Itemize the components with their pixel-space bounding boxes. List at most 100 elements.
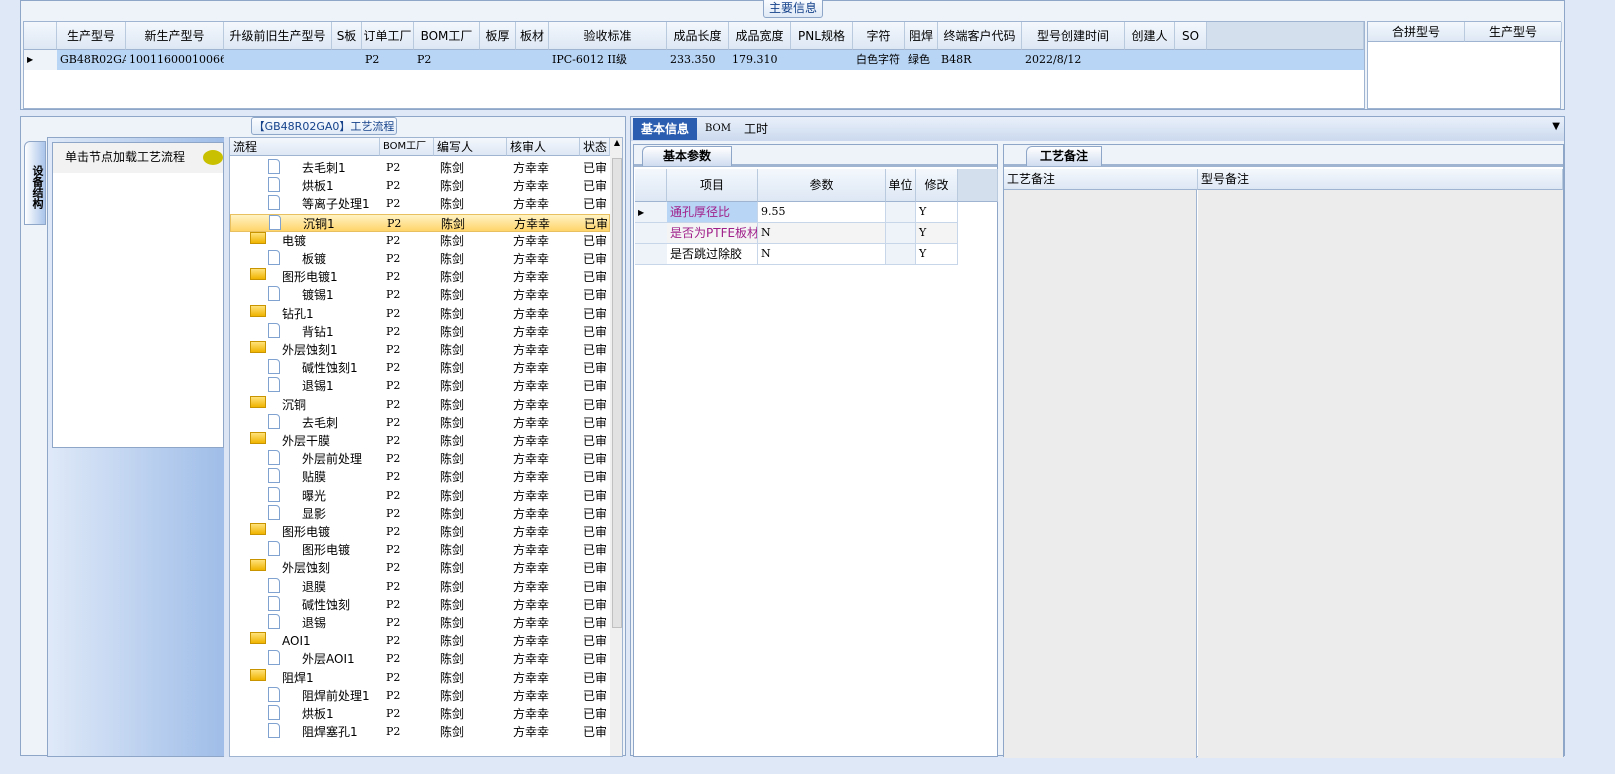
column-header[interactable]: 升级前旧生产型号: [224, 22, 332, 50]
tree-row[interactable]: 阻焊前处理1 P2 陈剑 方幸幸 已审: [230, 686, 610, 705]
nav-item-load-process[interactable]: 单击节点加载工艺流程: [53, 143, 223, 173]
cell[interactable]: [516, 50, 549, 70]
tree-row[interactable]: 碱性蚀刻 P2 陈剑 方幸幸 已审: [230, 595, 610, 614]
tree-scrollbar[interactable]: ▲: [610, 138, 622, 756]
tree-row[interactable]: 贴膜 P2 陈剑 方幸幸 已审: [230, 468, 610, 486]
tree-row[interactable]: 等离子处理1 P2 陈剑 方幸幸 已审: [230, 195, 610, 213]
tree-row[interactable]: 显影 P2 陈剑 方幸幸 已审: [230, 504, 610, 523]
param-cell[interactable]: [886, 202, 916, 223]
tree-row[interactable]: 去毛刺1 P2 陈剑 方幸幸 已审: [230, 159, 610, 177]
tree-column-header[interactable]: 流程: [230, 138, 380, 156]
scroll-up-icon[interactable]: ▲: [610, 138, 622, 147]
param-column-header[interactable]: 单位: [886, 169, 916, 202]
merge-column-header[interactable]: 合拼型号: [1368, 22, 1465, 42]
param-column-header[interactable]: 项目: [667, 169, 758, 202]
tree-row[interactable]: 退膜 P2 陈剑 方幸幸 已审: [230, 577, 610, 596]
tree-row[interactable]: 退锡 P2 陈剑 方幸幸 已审: [230, 614, 610, 632]
column-header[interactable]: 成品长度: [667, 22, 729, 50]
tree-row[interactable]: −外层蚀刻P2陈剑方幸幸已审: [230, 559, 610, 577]
cell[interactable]: [1175, 50, 1207, 70]
column-header[interactable]: 型号创建时间: [1022, 22, 1125, 50]
param-cell[interactable]: 是否为PTFE板材: [667, 223, 758, 244]
cell[interactable]: [480, 50, 516, 70]
tree-row[interactable]: −AOI1P2陈剑方幸幸已审: [230, 632, 610, 650]
cell[interactable]: [224, 50, 332, 70]
column-header[interactable]: 订单工厂: [362, 22, 414, 50]
merge-column-header[interactable]: 生产型号: [1465, 22, 1562, 42]
model-notes-textarea[interactable]: [1198, 190, 1563, 758]
column-header[interactable]: 创建人: [1125, 22, 1175, 50]
cell[interactable]: 179.310: [729, 50, 791, 70]
column-header[interactable]: SO: [1175, 22, 1207, 50]
tree-row[interactable]: 退锡1 P2 陈剑 方幸幸 已审: [230, 377, 610, 395]
scroll-thumb[interactable]: [612, 158, 622, 628]
tree-row[interactable]: 沉铜1 P2 陈剑 方幸幸 已审: [230, 213, 610, 232]
tree-row[interactable]: 外层AOI1 P2 陈剑 方幸幸 已审: [230, 650, 610, 668]
cell[interactable]: [332, 50, 362, 70]
cell[interactable]: 白色字符: [853, 50, 905, 70]
column-header[interactable]: 板材: [516, 22, 549, 50]
cell[interactable]: 10011600010066: [126, 50, 224, 70]
cell[interactable]: GB48R02GA0: [57, 50, 126, 70]
tree-row[interactable]: 碱性蚀刻1 P2 陈剑 方幸幸 已审: [230, 359, 610, 377]
tree-row[interactable]: 阻焊塞孔1 P2 陈剑 方幸幸 已审: [230, 723, 610, 741]
cell[interactable]: 233.350: [667, 50, 729, 70]
tree-row[interactable]: −外层蚀刻1P2陈剑方幸幸已审: [230, 341, 610, 359]
tree-row[interactable]: 板镀 P2 陈剑 方幸幸 已审: [230, 250, 610, 268]
cell[interactable]: 2022/8/12: [1022, 50, 1125, 70]
tab-equipment-structure[interactable]: 设备结构: [24, 141, 46, 225]
param-cell[interactable]: N: [758, 223, 886, 244]
param-cell[interactable]: Y: [916, 223, 958, 244]
param-cell[interactable]: 是否跳过除胶: [667, 244, 758, 265]
cell[interactable]: P2: [362, 50, 414, 70]
column-header[interactable]: 生产型号: [57, 22, 126, 50]
param-column-header[interactable]: 修改: [916, 169, 958, 202]
param-column-header[interactable]: 参数: [758, 169, 886, 202]
tree-row[interactable]: −图形电镀P2陈剑方幸幸已审: [230, 523, 610, 541]
tree-column-header[interactable]: 状态: [580, 138, 610, 156]
tree-row[interactable]: −电镀P2陈剑方幸幸已审: [230, 231, 610, 250]
param-cell[interactable]: [886, 244, 916, 265]
tab-basic-info[interactable]: 基本信息: [633, 118, 697, 140]
column-header[interactable]: 成品宽度: [729, 22, 791, 50]
tree-row[interactable]: 烘板1 P2 陈剑 方幸幸 已审: [230, 177, 610, 195]
param-cell[interactable]: 通孔厚径比: [667, 202, 758, 223]
tab-process-notes[interactable]: 工艺备注: [1026, 146, 1102, 166]
cell[interactable]: P2: [414, 50, 480, 70]
tree-row[interactable]: 镀锡1 P2 陈剑 方幸幸 已审: [230, 286, 610, 304]
tree-column-header[interactable]: BOM工厂: [380, 138, 434, 156]
tree-row[interactable]: 去毛刺 P2 陈剑 方幸幸 已审: [230, 413, 610, 432]
tree-row[interactable]: 背钻1 P2 陈剑 方幸幸 已审: [230, 322, 610, 341]
tree-row[interactable]: −沉铜P2陈剑方幸幸已审: [230, 395, 610, 414]
column-header[interactable]: 字符: [853, 22, 905, 50]
column-header[interactable]: S板: [332, 22, 362, 50]
cell[interactable]: [1125, 50, 1175, 70]
param-cell[interactable]: [886, 223, 916, 244]
cell[interactable]: 绿色: [905, 50, 938, 70]
param-cell[interactable]: N: [758, 244, 886, 265]
column-header[interactable]: 终端客户代码: [938, 22, 1022, 50]
param-cell[interactable]: 9.55: [758, 202, 886, 223]
column-header[interactable]: 新生产型号: [126, 22, 224, 50]
tree-row[interactable]: 曝光 P2 陈剑 方幸幸 已审: [230, 486, 610, 505]
tree-column-header[interactable]: 编写人: [434, 138, 507, 156]
tab-basic-params[interactable]: 基本参数: [642, 146, 732, 166]
tree-row[interactable]: −阻焊1P2陈剑方幸幸已审: [230, 668, 610, 687]
cell[interactable]: IPC-6012 II级: [549, 50, 667, 70]
param-cell[interactable]: Y: [916, 202, 958, 223]
tab-dropdown-icon[interactable]: ▼: [1552, 121, 1560, 132]
tree-row[interactable]: 烘板1 P2 陈剑 方幸幸 已审: [230, 705, 610, 723]
column-header[interactable]: PNL规格: [791, 22, 853, 50]
param-cell[interactable]: Y: [916, 244, 958, 265]
tree-row[interactable]: −外层干膜P2陈剑方幸幸已审: [230, 432, 610, 450]
cell[interactable]: [791, 50, 853, 70]
column-header[interactable]: 阻焊: [905, 22, 938, 50]
process-notes-textarea[interactable]: [1004, 190, 1197, 758]
tree-row[interactable]: −钻孔1P2陈剑方幸幸已审: [230, 304, 610, 323]
tab-bom[interactable]: BOM: [705, 118, 731, 140]
tree-row[interactable]: 外层前处理 P2 陈剑 方幸幸 已审: [230, 450, 610, 468]
column-header[interactable]: 板厚: [480, 22, 516, 50]
tree-column-header[interactable]: 核审人: [507, 138, 580, 156]
column-header[interactable]: 验收标准: [549, 22, 667, 50]
tree-row[interactable]: −图形电镀1P2陈剑方幸幸已审: [230, 268, 610, 286]
